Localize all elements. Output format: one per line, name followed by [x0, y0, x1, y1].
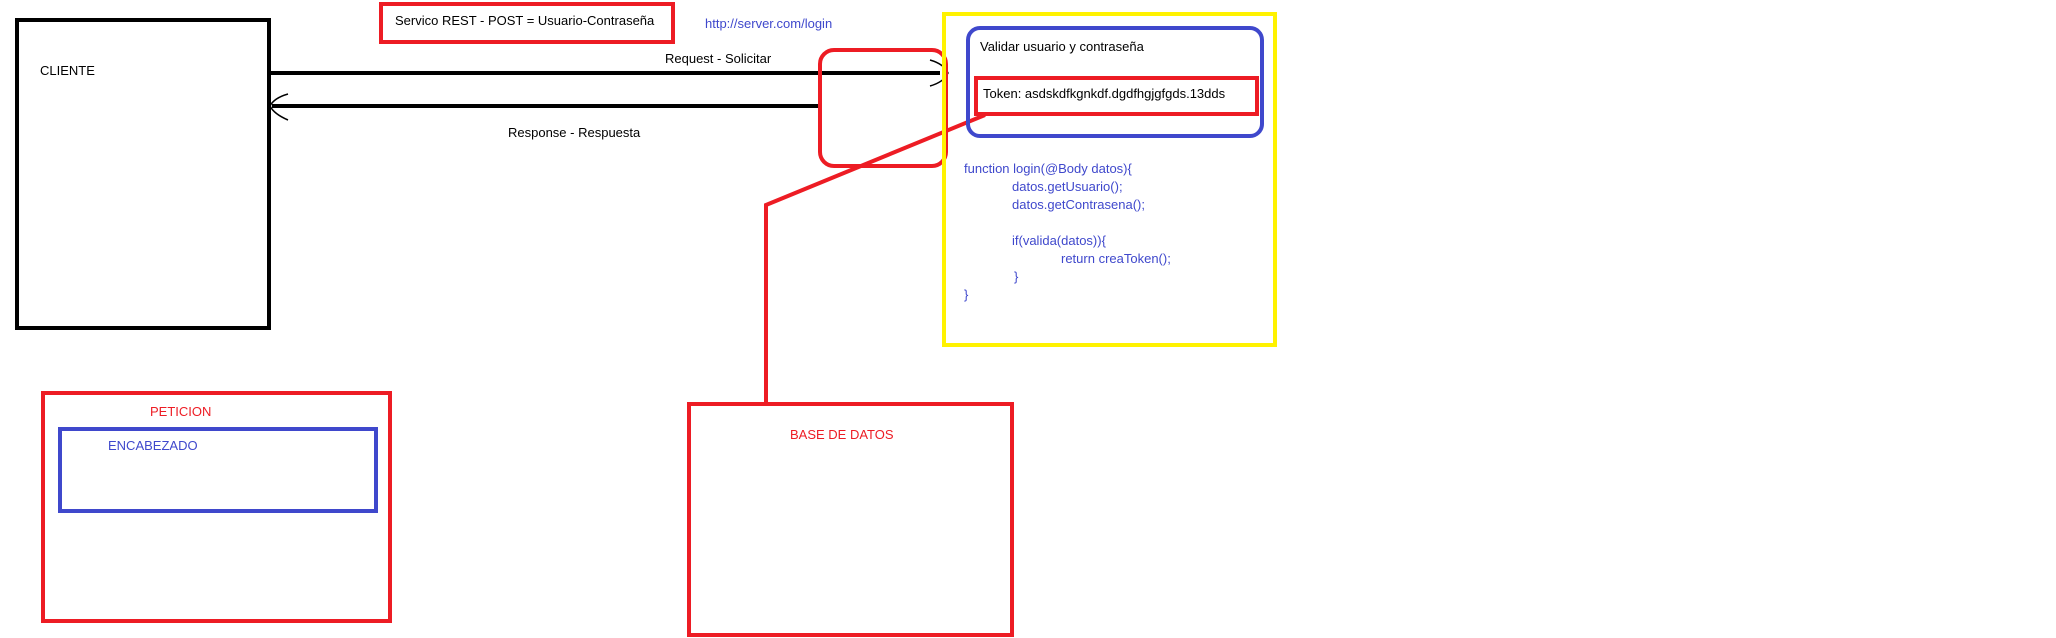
client-label: CLIENTE	[40, 63, 95, 78]
token-label: Token: asdskdfkgnkdf.dgdfhgjgfgds.13dds	[983, 86, 1226, 101]
client-node: CLIENTE	[15, 18, 271, 330]
database-label: BASE DE DATOS	[790, 427, 894, 442]
server-node: Validar usuario y contraseña Token: asds…	[942, 12, 1277, 347]
request-node: PETICION ENCABEZADO	[41, 391, 392, 623]
response-label: Response - Respuesta	[508, 125, 641, 140]
header-label: ENCABEZADO	[108, 438, 198, 453]
request-arrow: Request - Solicitar	[270, 51, 949, 87]
gateway-box	[818, 48, 948, 168]
code-line: }	[1014, 269, 1019, 284]
response-arrow: Response - Respuesta	[269, 93, 820, 140]
endpoint-url: http://server.com/login	[705, 16, 832, 31]
token-to-database-connector	[764, 113, 986, 402]
request-label: Request - Solicitar	[665, 51, 772, 66]
code-line: datos.getContrasena();	[1012, 197, 1145, 212]
diagram-canvas: CLIENTE Servico REST - POST = Usuario-Co…	[15, 2, 1277, 637]
code-line: datos.getUsuario();	[1012, 179, 1123, 194]
request-box-label: PETICION	[150, 404, 211, 419]
code-line: return creaToken();	[1061, 251, 1171, 266]
database-node: BASE DE DATOS	[687, 402, 1014, 637]
service-label-node: Servico REST - POST = Usuario-Contraseña	[379, 2, 675, 44]
code-line: function login(@Body datos){	[964, 161, 1133, 176]
code-line: }	[964, 287, 969, 302]
service-label: Servico REST - POST = Usuario-Contraseña	[395, 13, 655, 28]
code-line: if(valida(datos)){	[1012, 233, 1107, 248]
validation-label: Validar usuario y contraseña	[980, 39, 1145, 54]
